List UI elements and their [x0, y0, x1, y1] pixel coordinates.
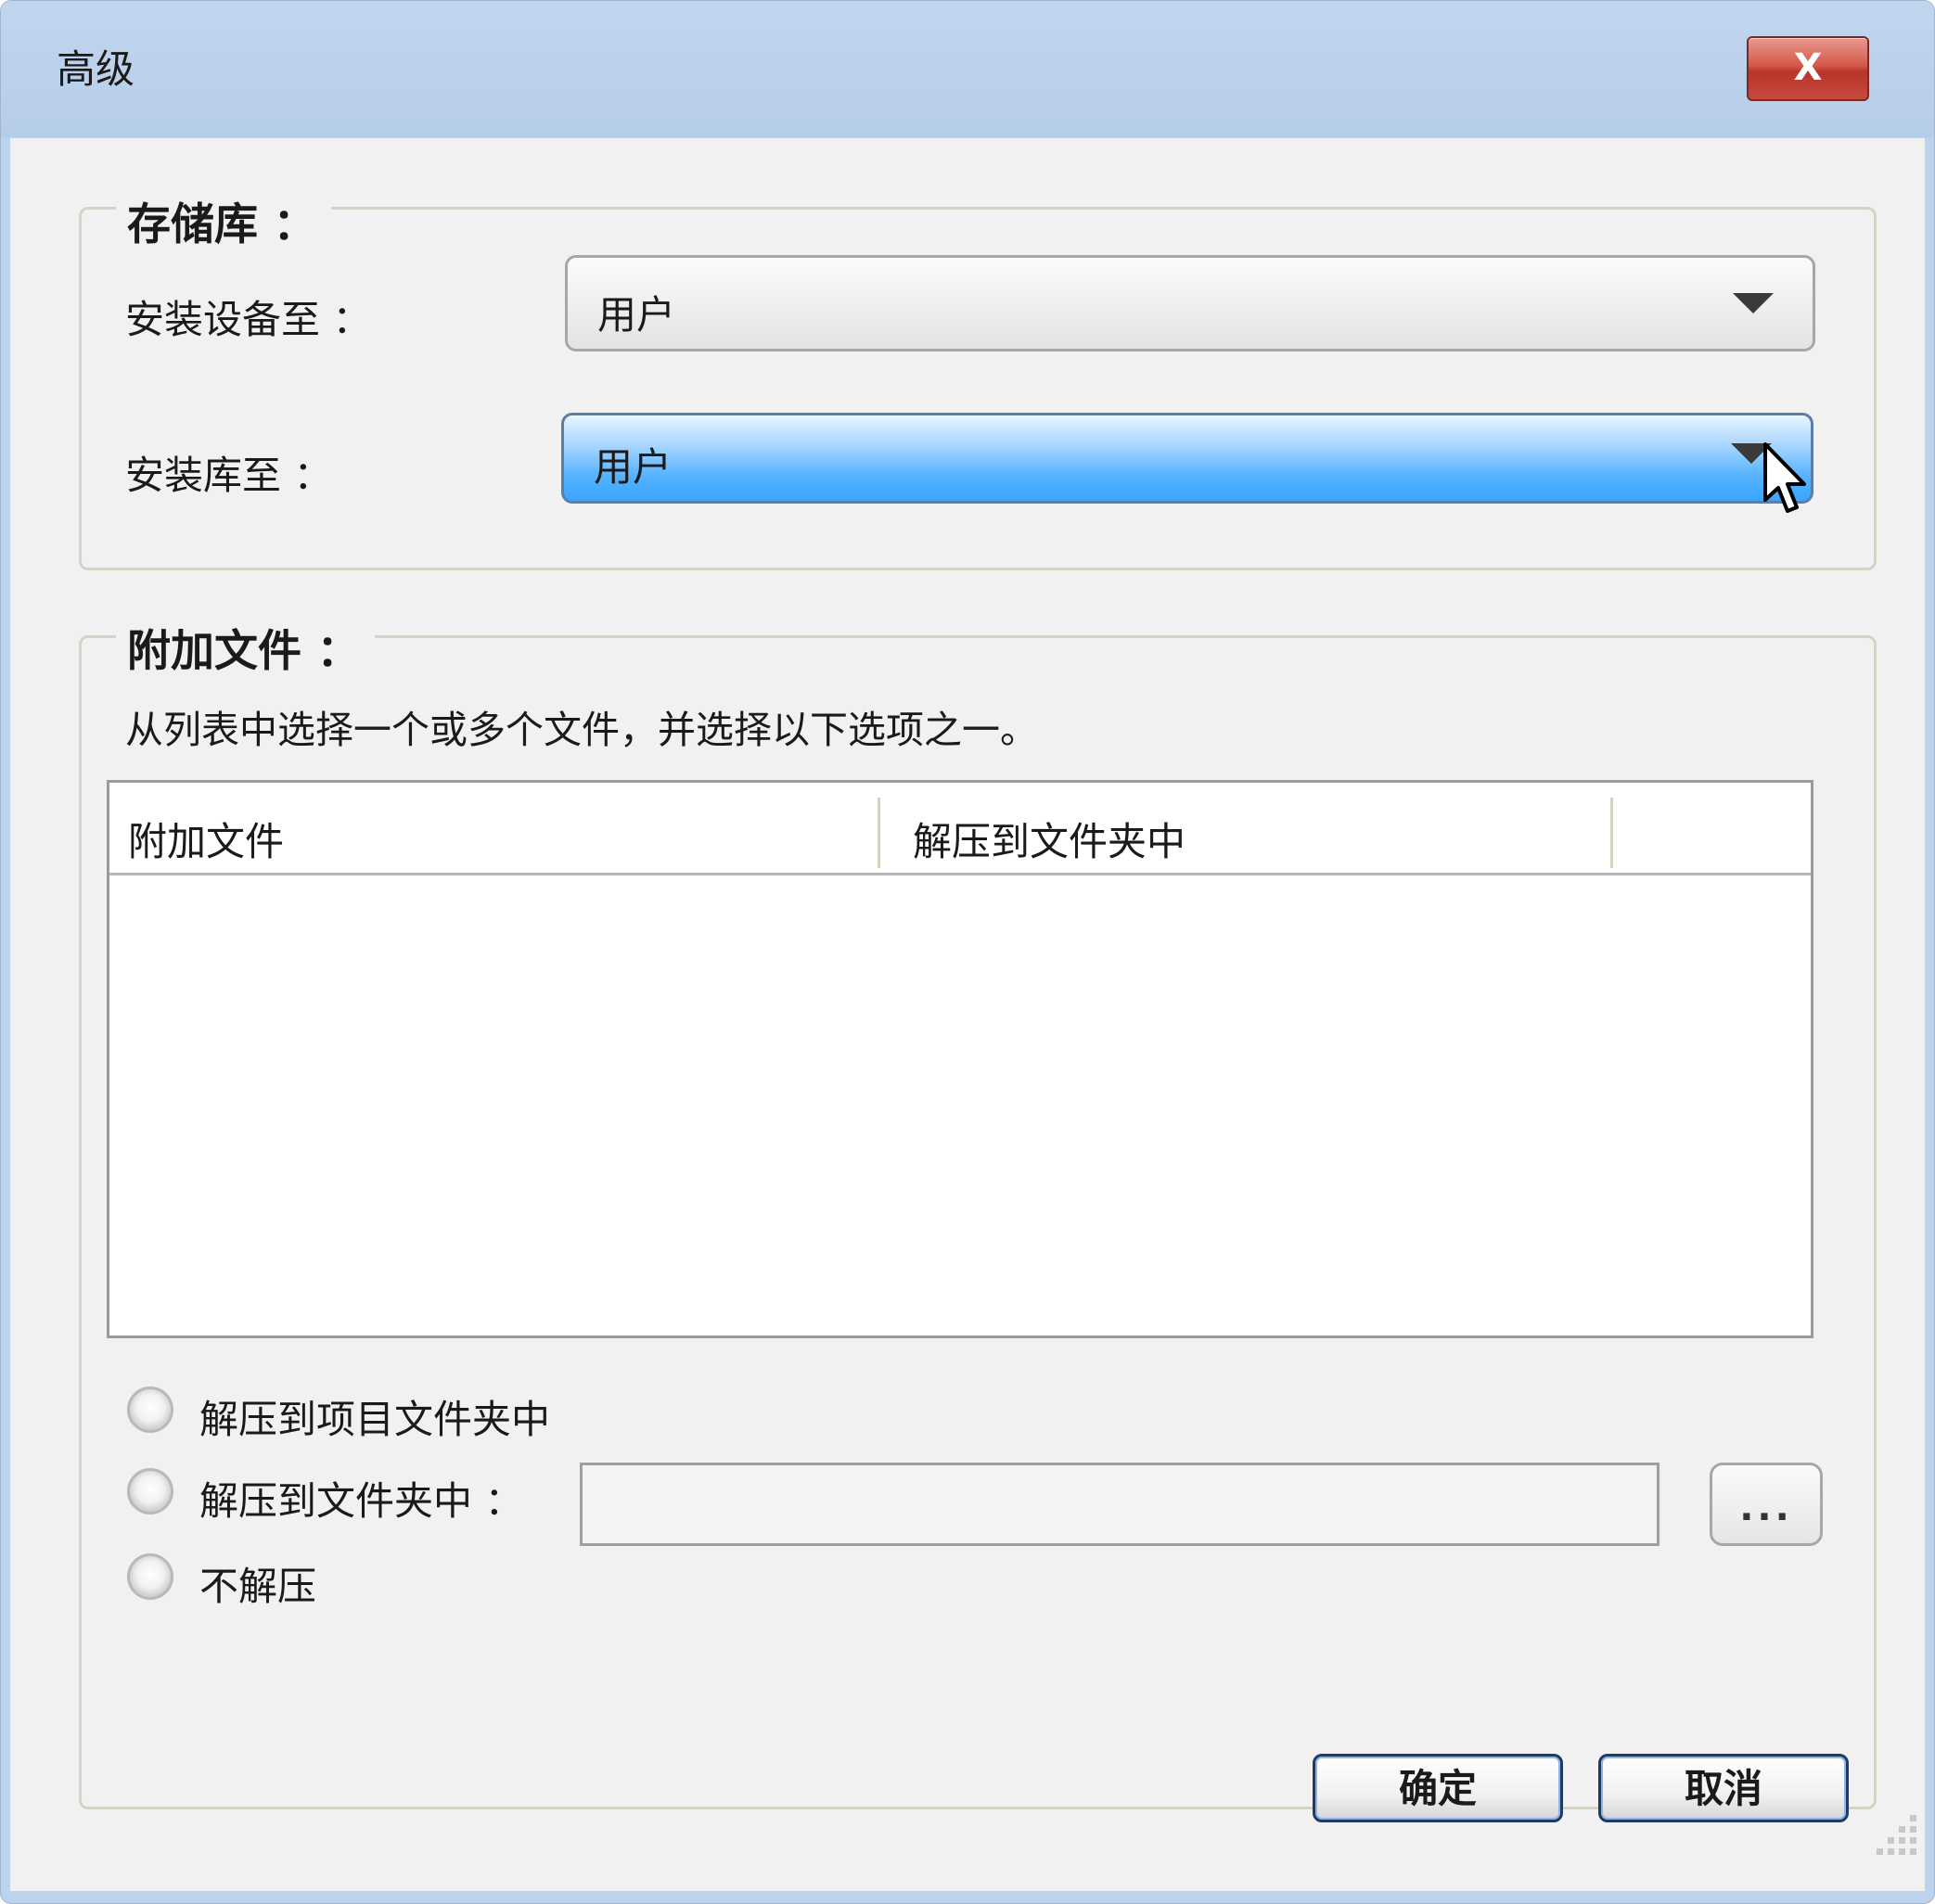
column-header-file[interactable]: 附加文件	[128, 811, 284, 867]
browse-button[interactable]: ...	[1710, 1463, 1823, 1546]
install-device-label: 安装设备至 ：	[125, 297, 372, 342]
install-device-value: 用户	[597, 292, 676, 338]
dialog-body: 存储库 ： 安装设备至 ： 用户 安装库至 ： 用户 附加文件 ： 从列表中选择…	[10, 138, 1925, 1891]
repository-group-title: 存储库 ：	[116, 188, 332, 252]
column-separator[interactable]	[878, 798, 880, 868]
advanced-dialog: 高级 X 存储库 ： 安装设备至 ： 用户 安装库至 ： 用户 附加文件 ： 从…	[0, 0, 1935, 1904]
install-library-dropdown[interactable]: 用户	[561, 413, 1813, 504]
install-device-dropdown[interactable]: 用户	[565, 255, 1815, 351]
ok-button[interactable]: 确定	[1313, 1754, 1563, 1822]
cancel-button[interactable]: 取消	[1598, 1754, 1849, 1822]
attachments-list[interactable]: 附加文件 解压到文件夹中	[107, 780, 1813, 1338]
column-header-extract-folder[interactable]: 解压到文件夹中	[913, 811, 1185, 867]
extract-folder-path-input[interactable]	[580, 1463, 1659, 1546]
install-library-label: 安装库至 ：	[125, 453, 333, 498]
radio-extract-to-folder[interactable]	[127, 1468, 173, 1514]
window-title: 高级	[57, 46, 135, 92]
option-extract-to-project-label[interactable]: 解压到项目文件夹中	[199, 1388, 550, 1445]
radio-no-extract[interactable]	[127, 1553, 173, 1600]
list-header: 附加文件 解压到文件夹中	[109, 783, 1811, 875]
resize-grip-icon[interactable]	[1865, 1808, 1921, 1863]
option-no-extract-label[interactable]: 不解压	[199, 1555, 316, 1612]
attachments-group-title: 附加文件 ：	[116, 615, 376, 679]
option-extract-to-folder-label[interactable]: 解压到文件夹中 ：	[199, 1470, 523, 1527]
title-bar[interactable]: 高级 X	[1, 1, 1934, 137]
close-button[interactable]: X	[1747, 36, 1869, 101]
attachments-instructions: 从列表中选择一个或多个文件，并选择以下选项之一。	[125, 708, 1038, 752]
radio-extract-to-project[interactable]	[127, 1386, 173, 1433]
close-icon: X	[1793, 46, 1823, 89]
chevron-down-icon	[1733, 293, 1774, 313]
install-library-value: 用户	[594, 444, 673, 490]
column-separator[interactable]	[1610, 798, 1613, 868]
mouse-pointer-icon	[1763, 442, 1806, 513]
